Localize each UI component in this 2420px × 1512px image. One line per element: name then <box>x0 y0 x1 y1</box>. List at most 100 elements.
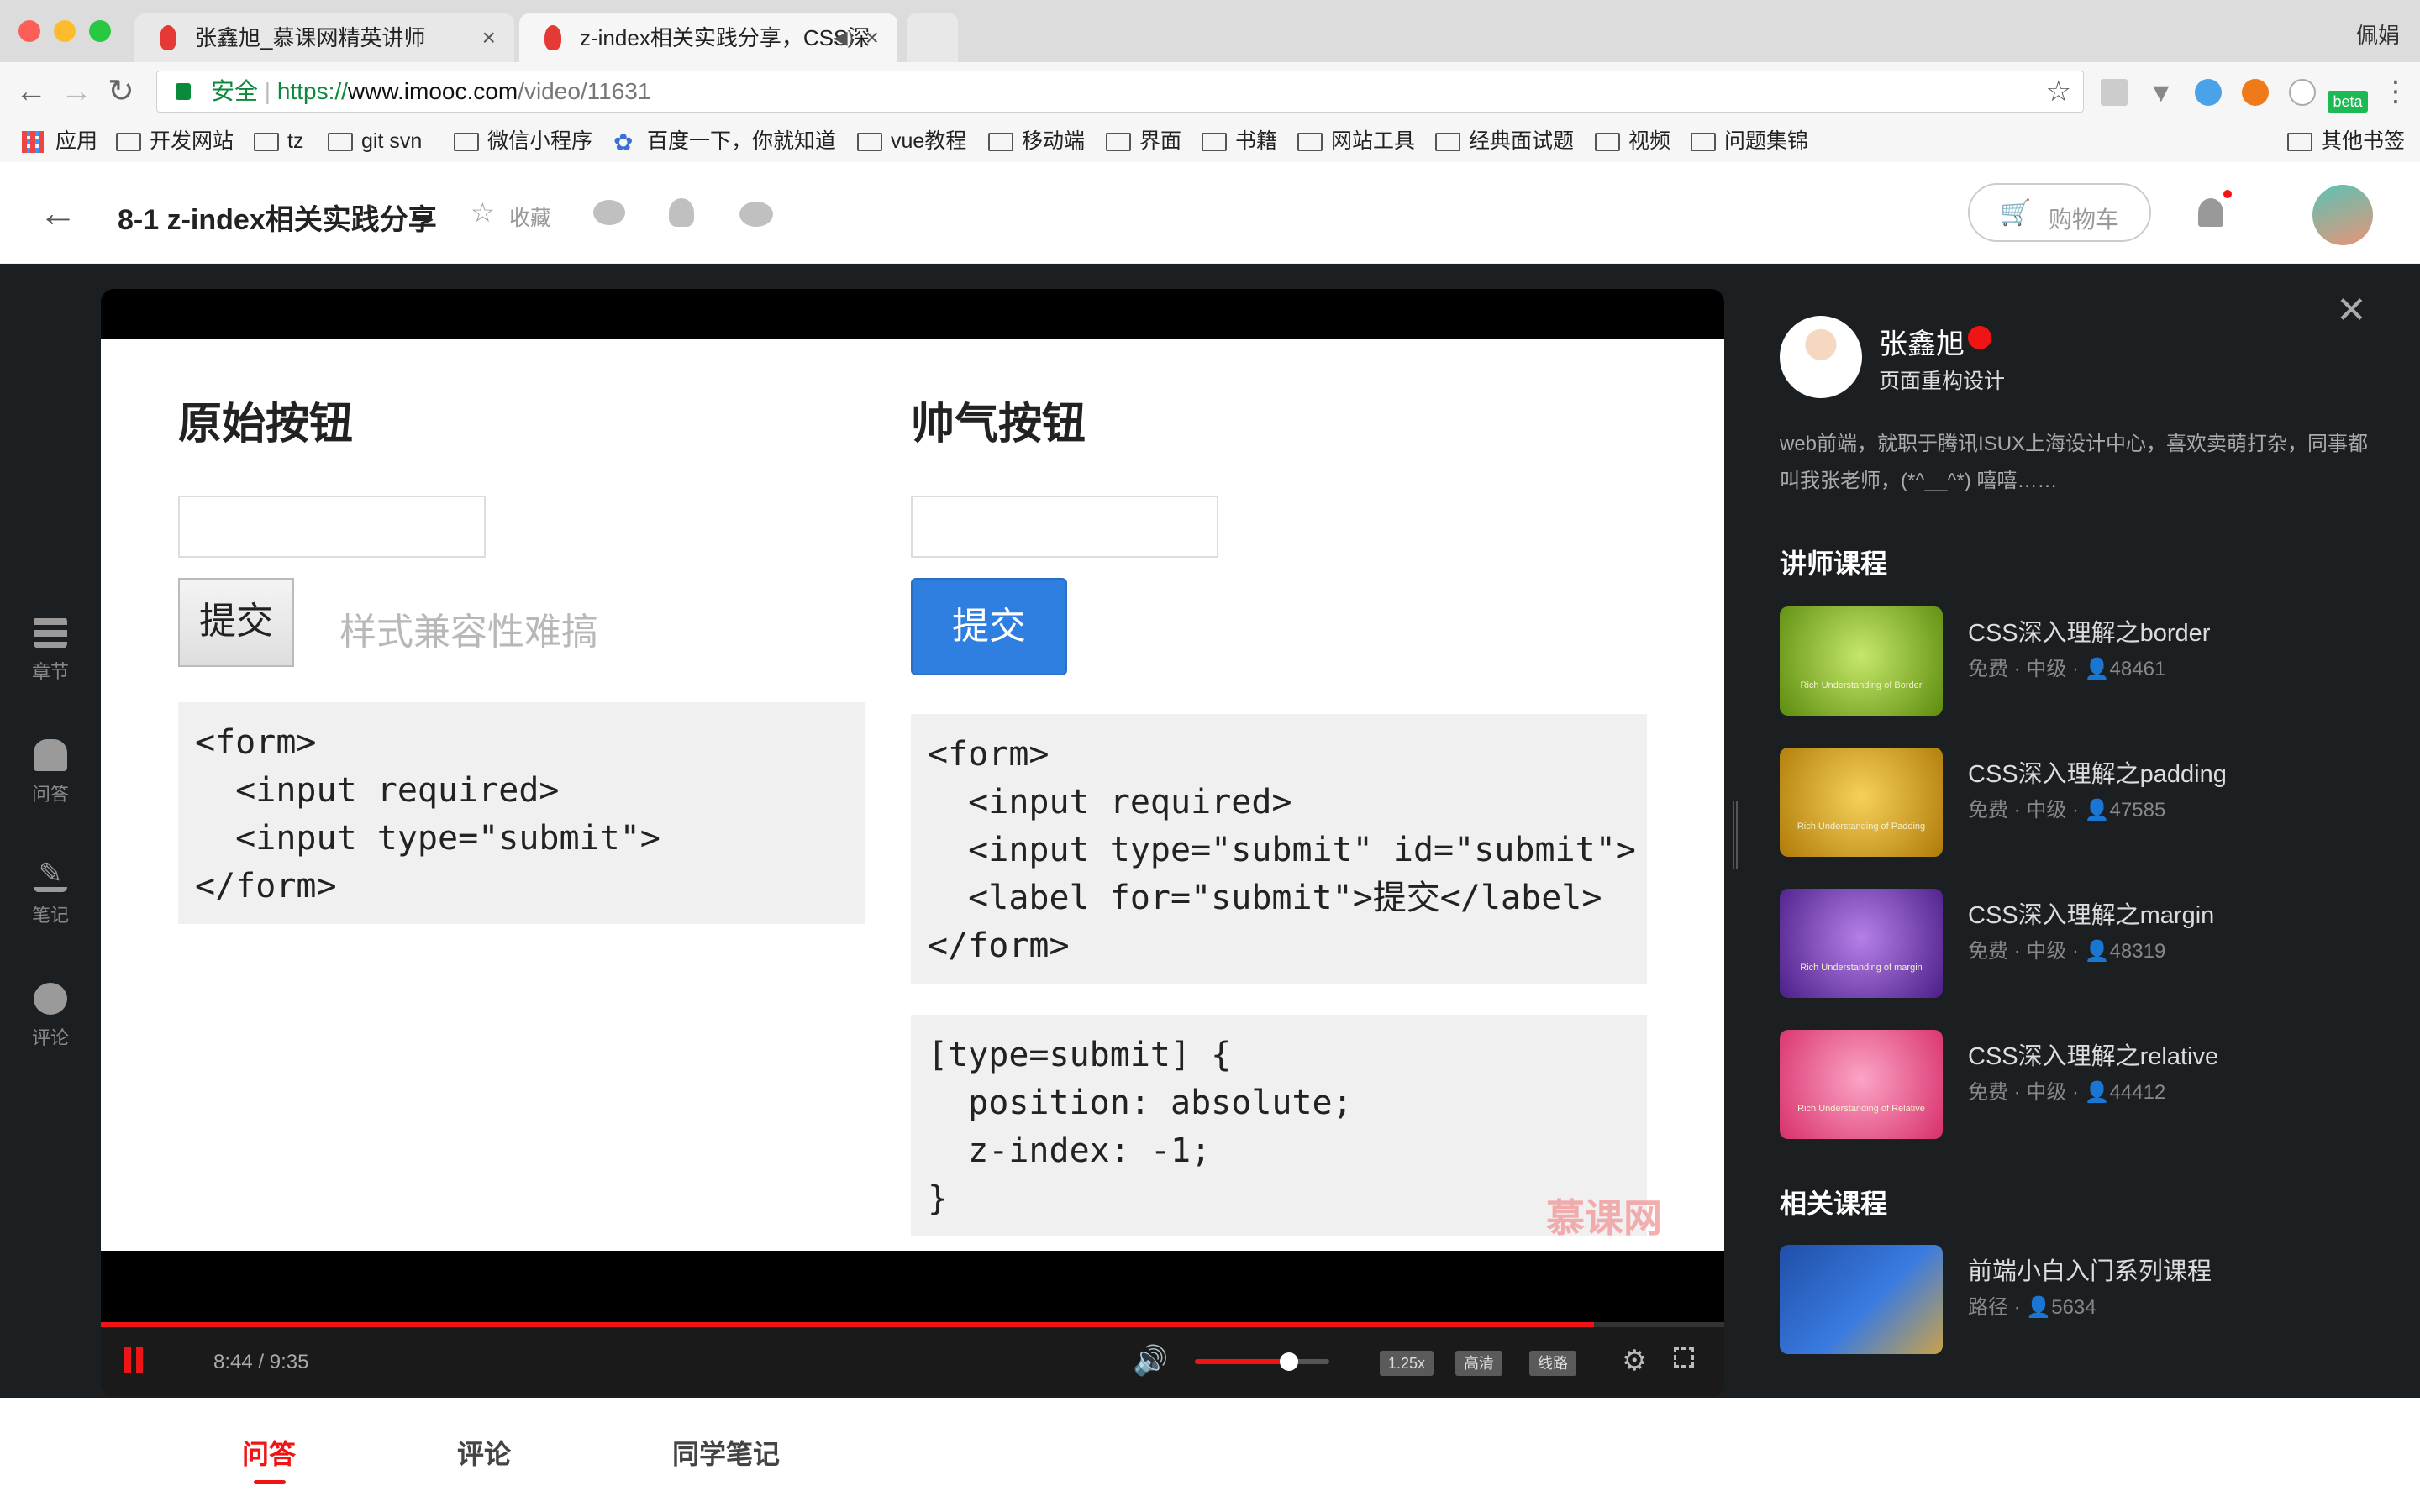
course-title: CSS深入理解之relative <box>1968 1043 2219 1070</box>
line-button[interactable]: 线路 <box>1529 1351 1576 1376</box>
original-submit-button: 提交 <box>178 578 294 667</box>
close-tab-icon[interactable]: × <box>865 13 879 62</box>
course-card-relative[interactable]: Rich Understanding of Relative CSS深入理解之r… <box>1780 1030 2284 1139</box>
bookmark-other[interactable]: 其他书签 <box>2287 128 2405 155</box>
bookmark-folder[interactable]: 问题集锦 <box>1691 128 1808 155</box>
lesson-title: 8-1 z-index相关实践分享 <box>118 204 437 236</box>
pause-icon[interactable] <box>136 1347 143 1373</box>
notification-dot <box>2223 190 2232 198</box>
video-player[interactable]: 原始按钮 帅气按钮 提交 样式兼容性难搞 提交 <form> <input re… <box>101 289 1724 1396</box>
bookmark-label: 微信小程序 <box>487 129 593 153</box>
learner-icon: 👤 <box>2084 940 2110 963</box>
weibo-share-icon[interactable] <box>739 202 773 227</box>
nav-note[interactable]: ✎ 笔记 <box>17 859 84 927</box>
zoom-window-button[interactable] <box>89 20 111 42</box>
bookmark-folder[interactable]: 开发网站 <box>116 128 234 155</box>
close-panel-icon[interactable]: ✕ <box>2336 289 2367 332</box>
wechat-share-icon[interactable] <box>593 200 625 225</box>
bookmark-label: 移动端 <box>1022 129 1086 153</box>
bookmark-folder[interactable]: 书籍 <box>1202 128 1277 155</box>
bookmark-folder[interactable]: 视频 <box>1595 128 1670 155</box>
extension-beta-badge[interactable]: beta <box>2328 91 2368 113</box>
back-arrow-icon[interactable]: ← <box>39 190 77 235</box>
related-course-card[interactable]: 前端小白入门系列课程 路径 · 👤5634 <box>1780 1245 2284 1354</box>
extension-pdf-icon[interactable] <box>2101 79 2128 106</box>
pause-icon[interactable] <box>124 1347 131 1373</box>
close-window-button[interactable] <box>18 20 40 42</box>
nav-chapter[interactable]: 章节 <box>17 617 84 684</box>
avatar[interactable] <box>2312 185 2373 245</box>
qq-share-icon[interactable] <box>669 198 694 227</box>
folder-icon <box>1691 133 1716 151</box>
course-card-padding[interactable]: Rich Understanding of Padding CSS深入理解之pa… <box>1780 748 2284 857</box>
folder-icon <box>1595 133 1620 151</box>
bookmark-folder[interactable]: tz <box>254 128 303 155</box>
bookmark-star-icon[interactable]: ☆ <box>2046 71 2071 112</box>
settings-gear-icon[interactable]: ⚙ <box>1622 1344 1647 1378</box>
nav-comment[interactable]: 评论 <box>17 983 84 1050</box>
bookmark-label: 开发网站 <box>150 129 234 153</box>
volume-slider[interactable] <box>1195 1352 1329 1371</box>
apps-grid-icon <box>22 131 44 153</box>
bookmark-label: 其他书签 <box>2321 129 2406 153</box>
favorite-label[interactable]: 收藏 <box>509 202 551 232</box>
bookmark-folder[interactable]: 经典面试题 <box>1435 128 1574 155</box>
extension-blue-icon[interactable] <box>2195 79 2222 106</box>
close-tab-icon[interactable]: × <box>482 13 496 62</box>
volume-icon[interactable]: 🔊 <box>1133 1344 1168 1378</box>
related-courses-heading: 相关课程 <box>1780 1189 1888 1219</box>
extension-circle-icon[interactable] <box>2289 79 2316 106</box>
tab-qa[interactable]: 问答 <box>242 1433 296 1472</box>
reload-icon[interactable]: ↻ <box>108 72 134 111</box>
teacher-bio-line-1: web前端，就职于腾讯ISUX上海设计中心，喜欢卖萌打杂，同事都 <box>1780 433 2369 455</box>
address-bar[interactable]: 安全 | https://www.imooc.com/video/11631 ☆ <box>156 71 2084 113</box>
learner-icon: 👤 <box>2084 1081 2110 1104</box>
tab-classmate-notes[interactable]: 同学笔记 <box>672 1433 780 1472</box>
speed-button[interactable]: 1.25x <box>1380 1351 1434 1376</box>
browser-menu-icon[interactable]: ⋮ <box>2381 72 2410 111</box>
teacher-avatar[interactable] <box>1780 316 1862 398</box>
cart-label: 购物车 <box>2049 207 2120 233</box>
course-thumbnail: Rich Understanding of margin <box>1780 889 1943 998</box>
tab-title: z-index相关实践分享，CSS深 <box>580 25 871 50</box>
bookmark-folder[interactable]: 网站工具 <box>1297 128 1415 155</box>
bookmark-folder[interactable]: 移动端 <box>988 128 1085 155</box>
bookmark-label: vue教程 <box>891 129 967 153</box>
bookmark-folder[interactable]: git svn <box>328 128 422 155</box>
back-arrow-icon[interactable]: ← <box>15 72 47 111</box>
browser-tab-1[interactable]: 张鑫旭_慕课网精英讲师 × <box>134 13 514 62</box>
volume-knob[interactable] <box>1280 1352 1298 1371</box>
tab-comments[interactable]: 评论 <box>457 1433 511 1472</box>
cart-button[interactable]: 🛒 购物车 <box>1968 183 2151 242</box>
bookmark-label: 书籍 <box>1235 129 1278 153</box>
profile-name[interactable]: 佩娟 <box>2356 18 2400 50</box>
course-title: CSS深入理解之border <box>1968 620 2211 647</box>
browser-tab-2[interactable]: z-index相关实践分享，CSS深 ◀) × <box>519 13 897 62</box>
minimize-window-button[interactable] <box>54 20 76 42</box>
verified-teacher-icon <box>1968 326 1991 349</box>
course-card-border[interactable]: Rich Understanding of Border CSS深入理解之bor… <box>1780 606 2284 716</box>
star-icon[interactable]: ☆ <box>471 197 495 228</box>
new-tab-button[interactable] <box>908 13 958 62</box>
bookmark-folder[interactable]: 界面 <box>1106 128 1181 155</box>
browser-chrome: 张鑫旭_慕课网精英讲师 × z-index相关实践分享，CSS深 ◀) × 佩娟… <box>0 0 2420 162</box>
course-meta: 免费 · 中级 · 👤48461 <box>1968 658 2166 680</box>
fullscreen-icon[interactable] <box>1674 1347 1694 1368</box>
forward-arrow-icon[interactable]: → <box>60 72 92 111</box>
course-card-margin[interactable]: Rich Understanding of margin CSS深入理解之mar… <box>1780 889 2284 998</box>
panel-resize-handle[interactable] <box>1733 801 1738 869</box>
teacher-name[interactable]: 张鑫旭 <box>1879 321 1965 362</box>
baidu-paw-icon: ✿ <box>613 129 634 155</box>
bookmark-baidu[interactable]: ✿ 百度一下，你就知道 <box>613 128 836 155</box>
bookmark-apps[interactable]: 应用 <box>22 128 97 155</box>
quality-button[interactable]: 高清 <box>1455 1351 1502 1376</box>
extension-orange-icon[interactable] <box>2242 79 2269 106</box>
code-block-styled: <form> <input required> <input type="sub… <box>911 714 1647 984</box>
notification-bell-icon[interactable] <box>2198 198 2223 227</box>
bookmark-label: 网站工具 <box>1331 129 1416 153</box>
course-meta: 路径 · 👤5634 <box>1968 1296 2096 1319</box>
extension-vue-icon[interactable]: ▼ <box>2148 79 2175 106</box>
nav-qa[interactable]: 问答 <box>17 739 84 806</box>
bookmark-folder[interactable]: 微信小程序 <box>454 128 592 155</box>
bookmark-folder[interactable]: vue教程 <box>857 128 966 155</box>
